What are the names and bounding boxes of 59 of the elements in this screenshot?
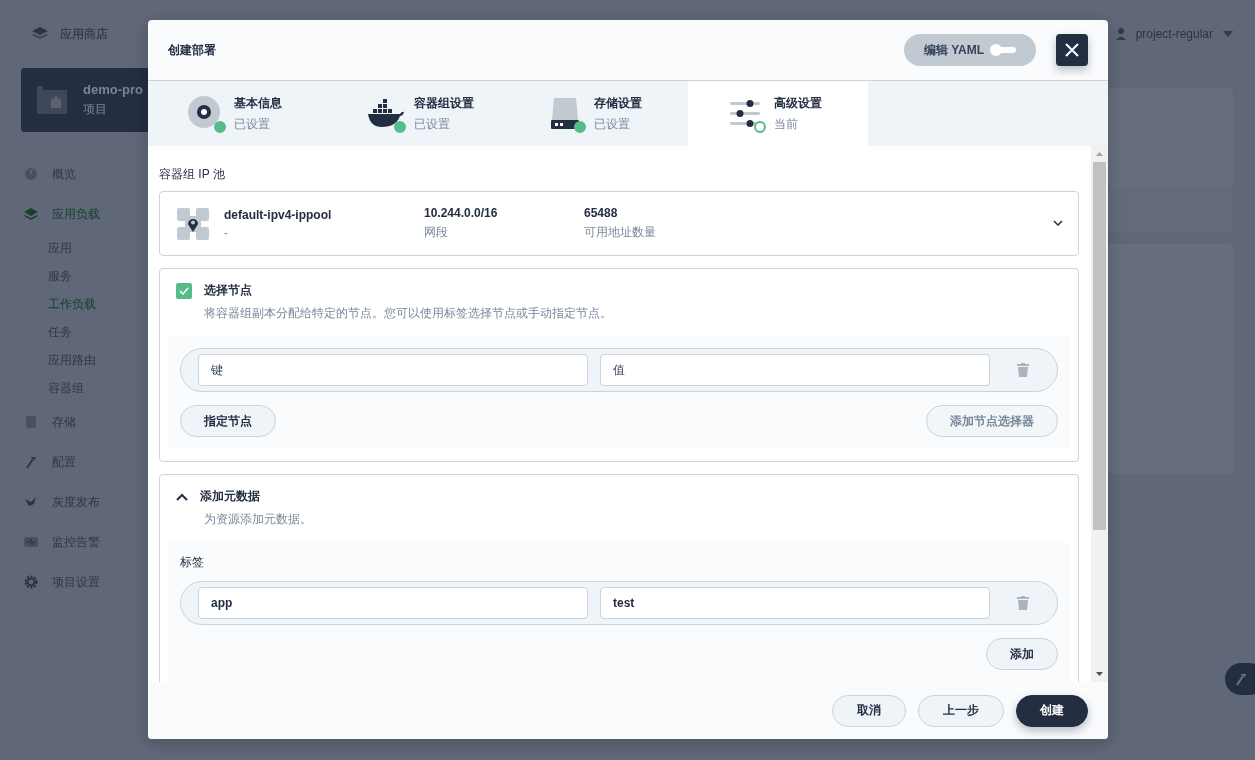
dial-icon: [24, 167, 38, 181]
section-description: 将容器组副本分配给特定的节点。您可以使用标签选择节点或手动指定节点。: [203, 305, 613, 322]
caret-icon: [1223, 31, 1233, 37]
step-tab[interactable]: 高级设置 当前: [688, 81, 868, 146]
cidr-label: 网段: [424, 224, 449, 241]
status-dot: [754, 120, 766, 133]
pulse-icon: [24, 535, 38, 549]
delete-icon[interactable]: [1017, 363, 1029, 377]
app-store-link[interactable]: 应用商店: [32, 25, 108, 43]
hammer-icon: [1234, 672, 1248, 686]
pool-description: -: [224, 225, 229, 240]
layers-icon: [32, 27, 48, 41]
cidr-value: 10.244.0.0/16: [424, 206, 499, 220]
address-count-label: 可用地址数量: [584, 224, 657, 241]
step-tab[interactable]: 容器组设置 已设置: [328, 81, 508, 146]
close-button[interactable]: [1056, 34, 1088, 66]
add-button[interactable]: 添加: [986, 638, 1058, 670]
layers-icon: [24, 207, 38, 221]
chevron-down-icon: [1053, 220, 1063, 226]
check-icon: [179, 286, 189, 295]
project-type: 项目: [83, 101, 108, 118]
pool-name: default-ipv4-ippool: [224, 207, 333, 222]
project-icon: [37, 84, 69, 116]
key-field[interactable]: 键: [198, 354, 588, 386]
section-title: 添加元数据: [200, 488, 260, 505]
labels-heading: 标签: [180, 554, 205, 571]
chevron-up-icon[interactable]: [176, 492, 188, 501]
section-title: 选择节点: [204, 282, 252, 299]
scroll-down-icon[interactable]: [1096, 672, 1103, 676]
scrollbar[interactable]: [1091, 146, 1108, 682]
footer-button[interactable]: 上一步: [918, 694, 1004, 727]
yaml-toggle[interactable]: 编辑 YAML: [904, 34, 1036, 66]
hammer-icon: [24, 455, 38, 469]
status-dot: [214, 120, 226, 133]
footer-button[interactable]: 取消: [832, 694, 906, 727]
section-label: 容器组 IP 池: [159, 166, 226, 183]
scrollbar-thumb[interactable]: [1093, 162, 1106, 530]
checkbox[interactable]: [176, 282, 192, 299]
tools-button[interactable]: [1225, 663, 1255, 695]
bird-icon: [24, 495, 38, 509]
address-count: 65488: [584, 206, 619, 220]
create-button[interactable]: 创建: [1016, 694, 1088, 727]
value-field[interactable]: test: [600, 587, 990, 619]
scroll-up-icon[interactable]: [1096, 152, 1103, 156]
dialog-title: 创建部署: [168, 41, 216, 59]
ip-pool-select[interactable]: default-ipv4-ippool - 10.244.0.0/16 网段 65488 可用地址数量: [159, 191, 1079, 256]
value-field[interactable]: 值: [600, 354, 990, 386]
ip-pool-icon: [177, 207, 209, 240]
status-dot: [394, 120, 406, 133]
user-icon: [1115, 28, 1126, 40]
step-tab[interactable]: 存储设置 已设置: [508, 81, 688, 146]
database-icon: [24, 415, 38, 429]
section-description: 为资源添加元数据。: [203, 511, 313, 528]
project-name: demo-pro: [83, 82, 143, 97]
close-icon: [1065, 43, 1079, 57]
delete-icon[interactable]: [1017, 596, 1029, 610]
assign-node-button[interactable]: 指定节点: [180, 405, 276, 437]
key-field[interactable]: app: [198, 587, 588, 619]
gear-icon: [24, 575, 38, 589]
